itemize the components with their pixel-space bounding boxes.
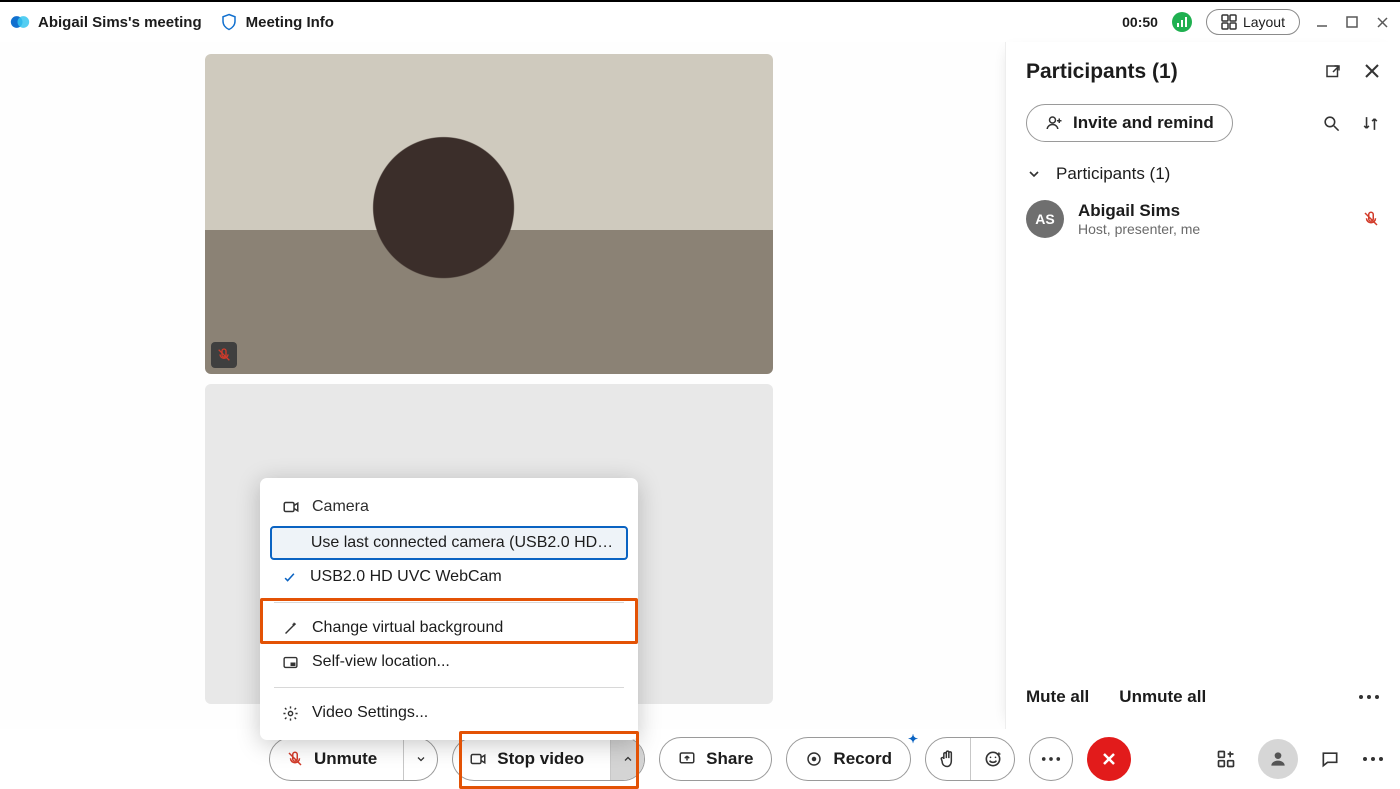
menu-separator [274, 602, 624, 603]
participant-name: Abigail Sims [1078, 201, 1200, 221]
popout-icon[interactable] [1324, 63, 1342, 81]
window-close-icon[interactable] [1374, 14, 1390, 30]
raise-hand-icon[interactable] [926, 738, 970, 780]
elapsed-time: 00:50 [1122, 14, 1158, 30]
unmute-label: Unmute [314, 749, 377, 769]
magic-wand-icon [282, 620, 299, 637]
panel-more-icon[interactable] [1358, 694, 1380, 700]
window-maximize-icon[interactable] [1344, 14, 1360, 30]
more-horizontal-icon [1041, 756, 1061, 762]
title-bar: Abigail Sims's meeting Meeting Info 00:5… [0, 0, 1400, 42]
camera-feed [205, 54, 773, 374]
invite-and-remind-button[interactable]: Invite and remind [1026, 104, 1233, 142]
network-quality-icon[interactable] [1172, 12, 1192, 32]
camera-section-header: Camera [260, 492, 638, 526]
titlebar-left: Abigail Sims's meeting Meeting Info [10, 12, 334, 32]
self-video-tile[interactable] [205, 54, 773, 374]
participant-mic-muted-icon [1362, 210, 1380, 228]
participants-section-toggle[interactable]: Participants (1) [1006, 156, 1400, 192]
end-meeting-button[interactable] [1087, 737, 1131, 781]
window-minimize-icon[interactable] [1314, 14, 1330, 30]
titlebar-right: 00:50 Layout [1122, 9, 1390, 35]
audio-options-chevron[interactable] [403, 738, 437, 780]
invite-label: Invite and remind [1073, 113, 1214, 133]
mic-muted-icon [216, 347, 232, 363]
menu-video-settings[interactable]: Video Settings... [260, 696, 638, 730]
record-label: Record [833, 749, 892, 769]
avatar: AS [1026, 200, 1064, 238]
share-screen-icon [678, 750, 696, 768]
participant-row[interactable]: AS Abigail Sims Host, presenter, me [1006, 192, 1400, 246]
meeting-info-label: Meeting Info [246, 14, 334, 31]
controlbar-right [1216, 739, 1384, 779]
record-icon [805, 750, 823, 768]
meeting-info[interactable]: Meeting Info [220, 13, 334, 31]
chat-icon[interactable] [1320, 749, 1340, 769]
menu-change-virtual-background[interactable]: Change virtual background [260, 611, 638, 645]
camera-header-label: Camera [312, 498, 369, 516]
panel-title: Participants (1) [1026, 60, 1178, 84]
search-participants-icon[interactable] [1322, 114, 1341, 133]
stop-video-label: Stop video [497, 749, 584, 769]
menu-camera-device[interactable]: USB2.0 HD UVC WebCam [260, 560, 638, 594]
shield-icon [220, 13, 238, 31]
invite-row: Invite and remind [1006, 94, 1400, 156]
video-options-chevron[interactable] [610, 738, 644, 780]
use-last-camera-label: Use last connected camera (USB2.0 HD UV… [311, 534, 614, 552]
mute-all-button[interactable]: Mute all [1026, 687, 1089, 707]
panel-footer: Mute all Unmute all [1006, 671, 1400, 729]
camera-icon [282, 498, 300, 516]
share-button[interactable]: Share [659, 737, 772, 781]
self-view-label: Self-view location... [312, 653, 450, 671]
panel-header: Participants (1) [1006, 42, 1400, 94]
check-icon [282, 570, 297, 585]
record-button[interactable]: Record [786, 737, 911, 781]
sort-participants-icon[interactable] [1361, 114, 1380, 133]
menu-self-view-location[interactable]: Self-view location... [260, 645, 638, 679]
menu-use-last-camera[interactable]: Use last connected camera (USB2.0 HD UV… [270, 526, 628, 560]
layout-grid-icon [1221, 14, 1237, 30]
picture-in-picture-icon [282, 654, 299, 671]
gear-icon [282, 705, 299, 722]
stop-video-button[interactable]: Stop video [452, 737, 645, 781]
mic-muted-badge [211, 342, 237, 368]
participants-panel: Participants (1) Invite and remind Parti… [1005, 42, 1400, 729]
video-settings-label: Video Settings... [312, 704, 428, 722]
more-options-button[interactable] [1029, 737, 1073, 781]
panel-more-icon[interactable] [1362, 756, 1384, 762]
section-label: Participants (1) [1056, 164, 1170, 184]
layout-button[interactable]: Layout [1206, 9, 1300, 35]
video-options-menu: Camera Use last connected camera (USB2.0… [260, 478, 638, 740]
person-icon [1268, 749, 1288, 769]
unmute-button[interactable]: Unmute [269, 737, 438, 781]
apps-icon[interactable] [1216, 749, 1236, 769]
camera-icon [469, 750, 487, 768]
share-label: Share [706, 749, 753, 769]
close-icon [1100, 750, 1118, 768]
control-bar: Unmute Stop video Share Record [0, 729, 1400, 789]
layout-label: Layout [1243, 14, 1285, 30]
chevron-up-icon [622, 753, 634, 765]
change-bg-label: Change virtual background [312, 619, 503, 637]
camera-device-label: USB2.0 HD UVC WebCam [310, 568, 502, 586]
close-panel-icon[interactable] [1364, 63, 1380, 81]
participants-toggle-button[interactable] [1258, 739, 1298, 779]
participant-role: Host, presenter, me [1078, 221, 1200, 237]
webex-logo-icon [10, 12, 30, 32]
meeting-title-label: Abigail Sims's meeting [38, 14, 202, 31]
mic-muted-icon [286, 750, 304, 768]
meeting-title[interactable]: Abigail Sims's meeting [10, 12, 202, 32]
unmute-all-button[interactable]: Unmute all [1119, 687, 1206, 707]
person-plus-icon [1045, 114, 1063, 132]
chevron-down-icon [1026, 166, 1042, 182]
reactions-button[interactable] [925, 737, 1015, 781]
menu-separator [274, 687, 624, 688]
emoji-react-icon[interactable] [970, 738, 1014, 780]
chevron-down-icon [415, 753, 427, 765]
